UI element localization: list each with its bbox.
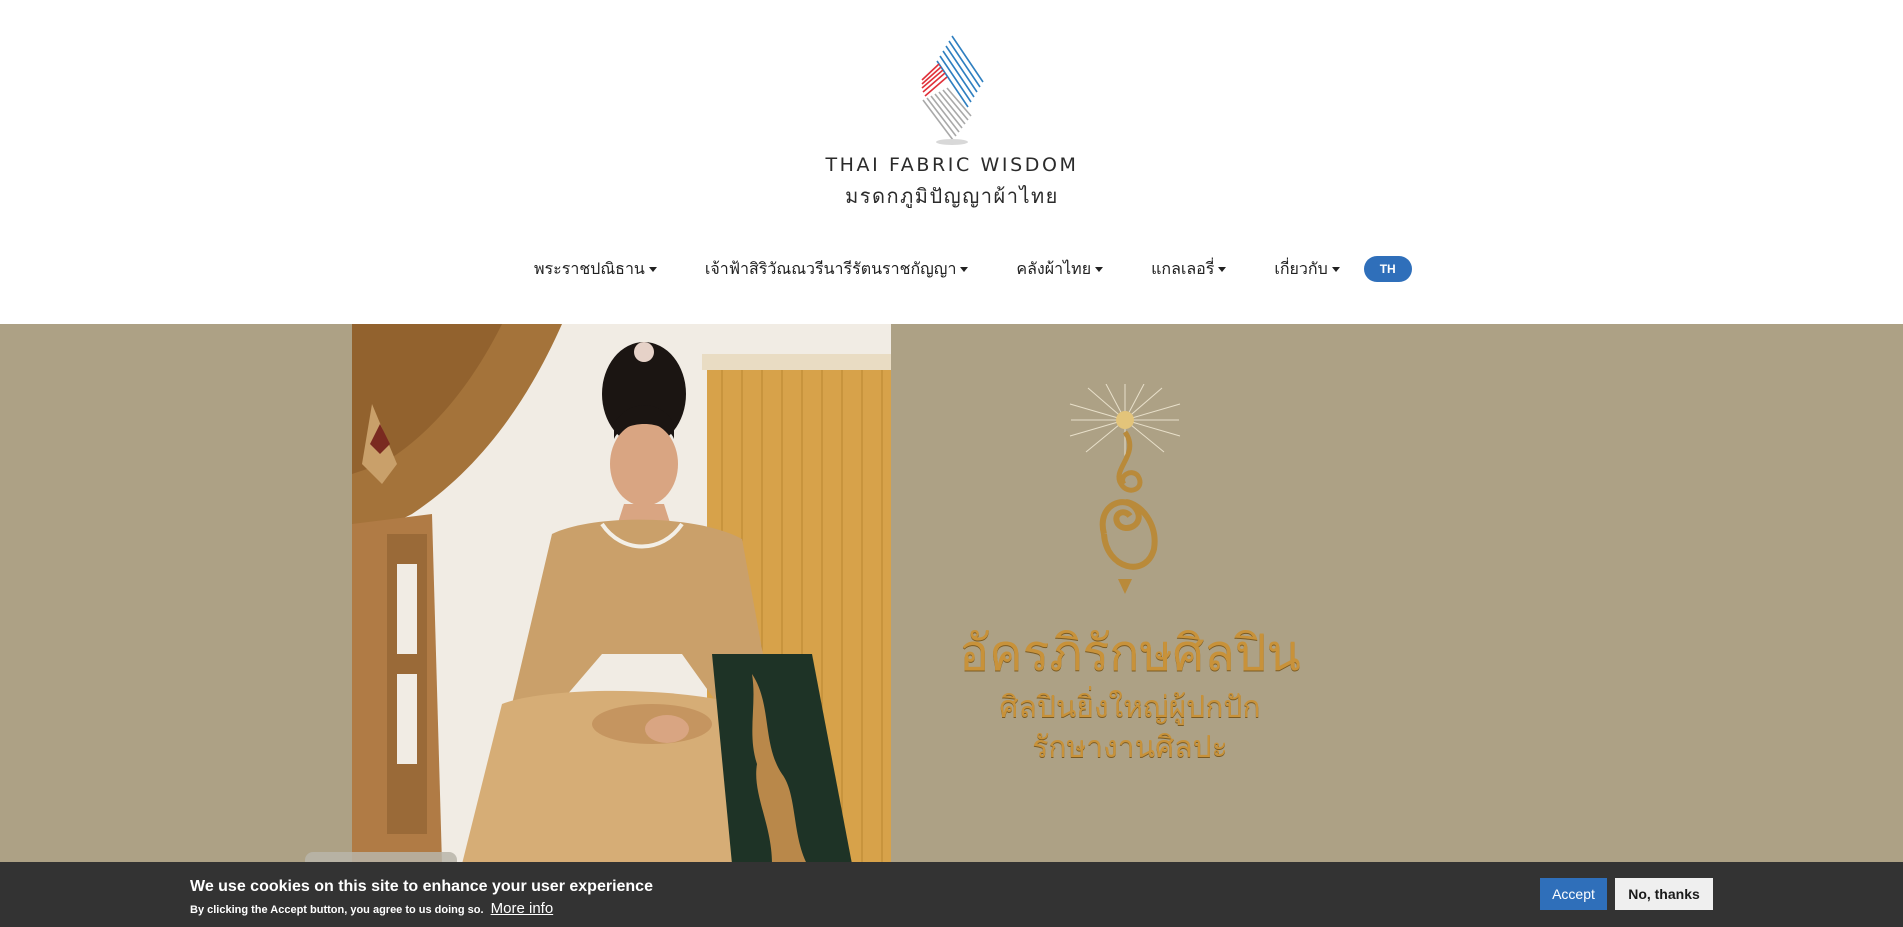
site-header: THAI FABRIC WISDOM มรดกภูมิปัญญาผ้าไทย พ… bbox=[0, 0, 1903, 324]
nav-item-fabric-archive[interactable]: คลังผ้าไทย bbox=[1016, 257, 1104, 282]
accept-cookies-button[interactable]: Accept bbox=[1540, 878, 1607, 910]
diamond-logo-icon bbox=[921, 35, 984, 145]
cookie-title: We use cookies on this site to enhance y… bbox=[190, 878, 653, 895]
nav-item-label: คลังผ้าไทย bbox=[1016, 260, 1092, 278]
cookie-description-text: By clicking the Accept button, you agree… bbox=[190, 904, 484, 916]
cookie-banner: We use cookies on this site to enhance y… bbox=[0, 862, 1903, 927]
caret-down-icon bbox=[648, 266, 657, 272]
hero-banner: อัครภิรักษศิลปิน ศิลปินยิ่งใหญ่ผู้ปกปัก … bbox=[0, 324, 1903, 864]
nav-item-label: เจ้าฟ้าสิริวัณณวรีนารีรัตนราชกัญญา bbox=[704, 260, 957, 278]
more-info-link[interactable]: More info bbox=[491, 900, 554, 917]
nav-item-princess[interactable]: เจ้าฟ้าสิริวัณณวรีนารีรัตนราชกัญญา bbox=[705, 257, 969, 282]
logo-name-en: THAI FABRIC WISDOM bbox=[825, 154, 1079, 176]
portrait-illustration bbox=[352, 324, 891, 864]
royal-emblem-icon bbox=[1069, 384, 1181, 594]
nav-item-gallery[interactable]: แกลเลอรี่ bbox=[1151, 257, 1227, 282]
main-nav: พระราชปณิธาน เจ้าฟ้าสิริวัณณวรีนารีรัตนร… bbox=[534, 254, 1412, 284]
nav-item-royal-intention[interactable]: พระราชปณิธาน bbox=[534, 257, 657, 282]
logo-name-th: มรดกภูมิปัญญาผ้าไทย bbox=[845, 184, 1059, 208]
nav-item-label: พระราชปณิธาน bbox=[534, 260, 645, 278]
site-logo[interactable]: THAI FABRIC WISDOM มรดกภูมิปัญญาผ้าไทย bbox=[813, 34, 1091, 208]
language-switch-button[interactable]: TH bbox=[1363, 256, 1412, 282]
nav-item-label: แกลเลอรี่ bbox=[1151, 260, 1215, 278]
caret-down-icon bbox=[1331, 266, 1340, 272]
decline-cookies-button[interactable]: No, thanks bbox=[1615, 878, 1713, 910]
nav-item-label: เกี่ยวกับ bbox=[1274, 260, 1328, 278]
cookie-description: By clicking the Accept button, you agree… bbox=[190, 900, 553, 917]
hero-title: อัครภิรักษศิลปิน bbox=[959, 624, 1301, 682]
hero-subtitle-line2: รักษางานศิลปะ bbox=[1032, 730, 1228, 765]
caret-down-icon bbox=[1095, 266, 1104, 272]
nav-item-about[interactable]: เกี่ยวกับ bbox=[1274, 257, 1340, 282]
caret-down-icon bbox=[960, 266, 969, 272]
caret-down-icon bbox=[1218, 266, 1227, 272]
princess-portrait-image bbox=[352, 324, 891, 864]
